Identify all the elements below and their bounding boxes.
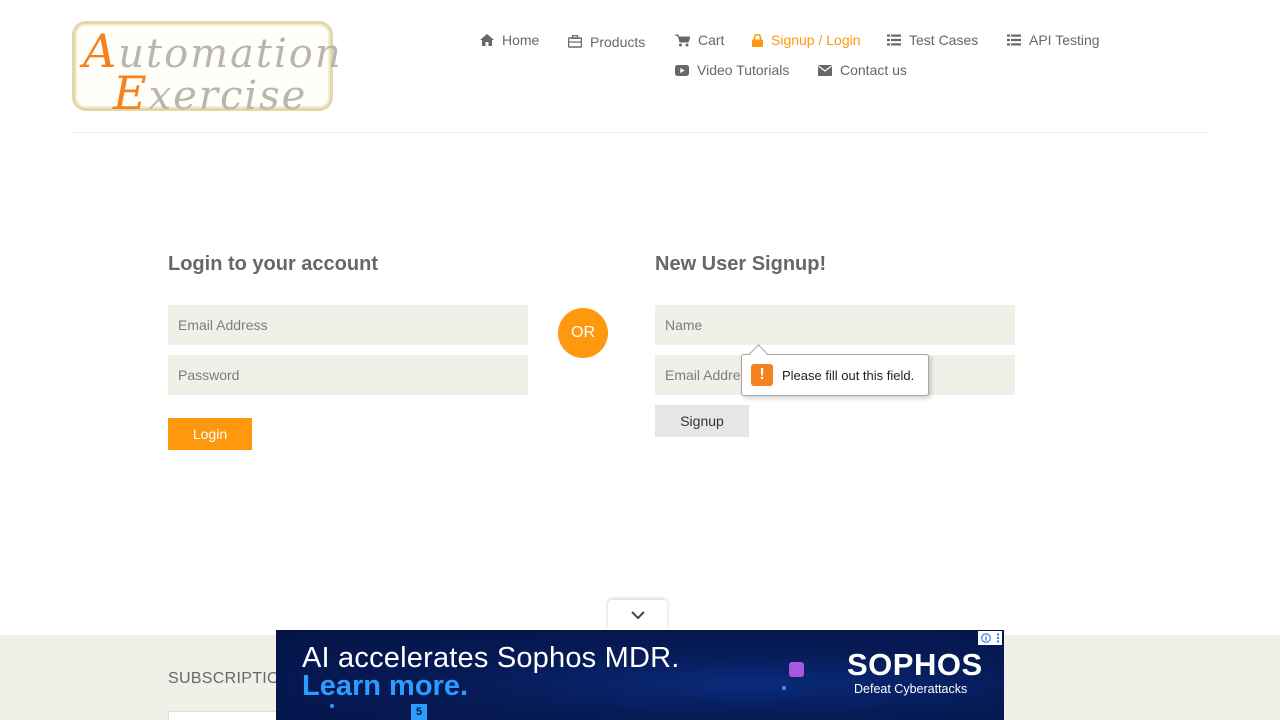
nav-products-label: Products bbox=[590, 34, 646, 50]
site-logo[interactable]: Automation Exercise bbox=[72, 21, 341, 116]
login-button[interactable]: Login bbox=[168, 418, 252, 450]
nav-api-testing[interactable]: API Testing bbox=[1007, 32, 1100, 48]
nav-video-tutorials-label: Video Tutorials bbox=[697, 62, 790, 78]
nav-home[interactable]: Home bbox=[480, 32, 539, 48]
nav-contact-us-label: Contact us bbox=[840, 62, 907, 78]
nav-cart[interactable]: Cart bbox=[675, 32, 724, 48]
signup-button[interactable]: Signup bbox=[655, 405, 749, 437]
info-icon bbox=[980, 633, 991, 643]
nav-signup-login[interactable]: Signup / Login bbox=[752, 32, 861, 48]
signup-title: New User Signup! bbox=[655, 253, 827, 275]
ad-brand-logo: SOPHOS bbox=[847, 647, 983, 682]
header-divider bbox=[72, 132, 1209, 133]
nav-home-label: Home bbox=[502, 32, 540, 48]
envelope-icon bbox=[818, 64, 832, 76]
list-icon bbox=[1007, 34, 1021, 46]
home-icon bbox=[480, 34, 494, 46]
validation-message: Please fill out this field. bbox=[782, 367, 915, 383]
nav-products[interactable]: Products bbox=[568, 32, 645, 50]
login-email-input[interactable] bbox=[168, 305, 528, 345]
nav-test-cases[interactable]: Test Cases bbox=[887, 32, 978, 48]
ad-badge-icon: 5 bbox=[411, 704, 427, 720]
nav-cart-label: Cart bbox=[698, 32, 725, 48]
warning-icon: ! bbox=[751, 364, 773, 386]
signup-name-input[interactable] bbox=[655, 305, 1015, 345]
ad-cta-link[interactable]: Learn more. bbox=[302, 670, 468, 703]
subscription-title: SUBSCRIPTION bbox=[168, 670, 292, 687]
nav-contact-us[interactable]: Contact us bbox=[818, 62, 907, 78]
nav-video-tutorials[interactable]: Video Tutorials bbox=[675, 62, 789, 78]
list-icon bbox=[887, 34, 901, 46]
login-password-input[interactable] bbox=[168, 355, 528, 395]
subscription-email-input[interactable] bbox=[168, 711, 288, 720]
chevron-down-icon bbox=[630, 611, 645, 620]
nav-test-cases-label: Test Cases bbox=[909, 32, 979, 48]
ad-choices-button[interactable] bbox=[978, 631, 1002, 645]
ad-decoration-dot bbox=[782, 686, 786, 690]
more-vertical-icon bbox=[996, 633, 999, 643]
cart-icon bbox=[675, 34, 690, 46]
nav-api-testing-label: API Testing bbox=[1029, 32, 1100, 48]
nav-signup-login-label: Signup / Login bbox=[771, 32, 861, 48]
or-divider-badge: OR bbox=[558, 308, 608, 358]
ad-lock-icon bbox=[789, 662, 804, 677]
validation-tooltip: ! Please fill out this field. bbox=[741, 354, 929, 396]
ad-banner[interactable]: AI accelerates Sophos MDR. Learn more. 5… bbox=[276, 630, 1004, 720]
lock-icon bbox=[752, 33, 763, 47]
briefcase-icon bbox=[568, 34, 582, 48]
ad-decoration-dot bbox=[330, 704, 334, 708]
logo-line-2: Exercise bbox=[113, 66, 308, 120]
youtube-icon bbox=[675, 64, 689, 76]
ad-tagline: Defeat Cyberattacks bbox=[854, 682, 968, 696]
ad-collapse-button[interactable] bbox=[608, 600, 667, 630]
login-title: Login to your account bbox=[168, 253, 378, 275]
